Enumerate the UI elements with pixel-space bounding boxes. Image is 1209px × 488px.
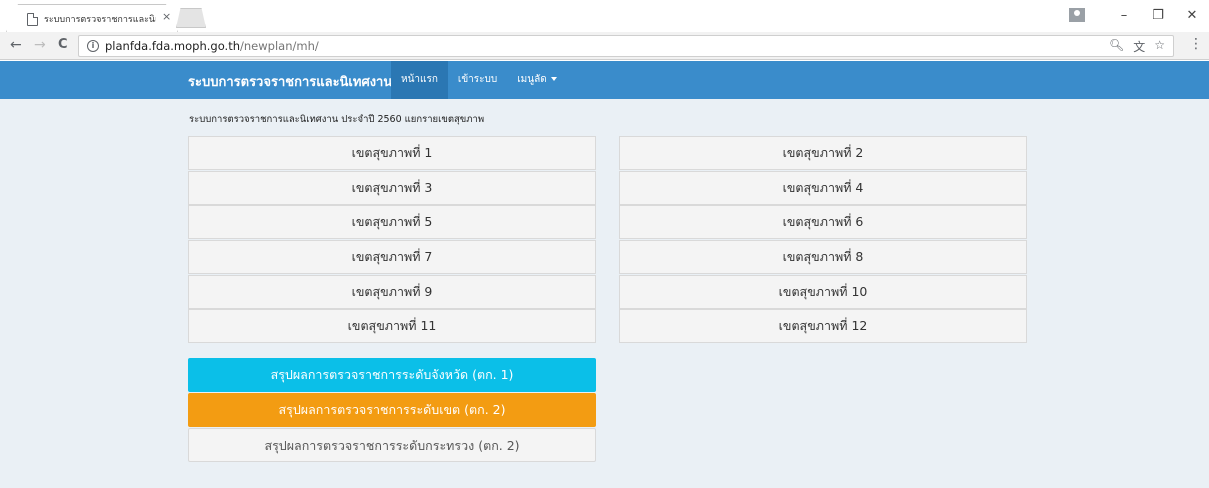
browser-toolbar: ← → C i planfda.fda.moph.go.th/newplan/m… xyxy=(0,32,1209,60)
ministry-summary-button[interactable]: สรุปผลการตรวจราชการระดับกระทรวง (ตก. 2) xyxy=(188,428,596,462)
region-button-4[interactable]: เขตสุขภาพที่ 4 xyxy=(619,171,1027,205)
url-host: planfda.fda.moph.go.th xyxy=(105,39,241,53)
nav-item-shortcut-menu[interactable]: เมนูลัด xyxy=(507,61,566,99)
province-summary-button[interactable]: สรุปผลการตรวจราชการระดับจังหวัด (ตก. 1) xyxy=(188,358,596,392)
region-button-11[interactable]: เขตสุขภาพที่ 11 xyxy=(188,309,596,343)
site-navbar: ระบบการตรวจราชการและนิเทศงาน หน้าแรก เข้… xyxy=(0,61,1209,99)
nav-item-login[interactable]: เข้าระบบ xyxy=(448,61,507,99)
page-icon xyxy=(27,12,38,26)
zoom-icon[interactable]: 🔍︎ xyxy=(1109,38,1124,55)
site-brand[interactable]: ระบบการตรวจราชการและนิเทศงาน xyxy=(188,71,392,92)
region-button-2[interactable]: เขตสุขภาพที่ 2 xyxy=(619,136,1027,170)
page-heading: ระบบการตรวจราชการและนิเทศงาน ประจำปี 256… xyxy=(189,114,485,125)
region-button-5[interactable]: เขตสุขภาพที่ 5 xyxy=(188,205,596,239)
nav-item-shortcut-label: เมนูลัด xyxy=(517,74,547,85)
url-path: /newplan/mh/ xyxy=(240,39,319,53)
main-content: ระบบการตรวจราชการและนิเทศงาน ประจำปี 256… xyxy=(0,99,1209,488)
translate-icon[interactable]: 文 xyxy=(1133,38,1145,55)
close-button[interactable]: ✕ xyxy=(1175,8,1209,23)
region-button-6[interactable]: เขตสุขภาพที่ 6 xyxy=(619,205,1027,239)
window-controls: – ❐ ✕ xyxy=(1069,0,1209,30)
region-button-7[interactable]: เขตสุขภาพที่ 7 xyxy=(188,240,596,274)
address-bar[interactable]: i planfda.fda.moph.go.th/newplan/mh/ 🔍︎ … xyxy=(78,35,1174,57)
chrome-menu-icon[interactable]: ⋮ xyxy=(1189,37,1203,51)
back-arrow-icon[interactable]: ← xyxy=(10,37,22,53)
tab-title: ระบบการตรวจราชการและนิเ xyxy=(44,15,156,25)
region-button-3[interactable]: เขตสุขภาพที่ 3 xyxy=(188,171,596,205)
profile-icon[interactable] xyxy=(1069,8,1085,22)
region-button-8[interactable]: เขตสุขภาพที่ 8 xyxy=(619,240,1027,274)
region-button-9[interactable]: เขตสุขภาพที่ 9 xyxy=(188,275,596,309)
url-text: planfda.fda.moph.go.th/newplan/mh/ xyxy=(105,39,319,53)
region-button-1[interactable]: เขตสุขภาพที่ 1 xyxy=(188,136,596,170)
region-button-10[interactable]: เขตสุขภาพที่ 10 xyxy=(619,275,1027,309)
browser-tab-strip: ระบบการตรวจราชการและนิเ × – ❐ ✕ xyxy=(0,0,1209,32)
nav-menu: หน้าแรก เข้าระบบ เมนูลัด xyxy=(391,61,567,99)
region-summary-button[interactable]: สรุปผลการตรวจราชการระดับเขต (ตก. 2) xyxy=(188,393,596,427)
new-tab-button[interactable] xyxy=(176,8,206,28)
browser-tab[interactable]: ระบบการตรวจราชการและนิเ × xyxy=(6,4,178,32)
info-icon[interactable]: i xyxy=(87,40,99,52)
forward-arrow-icon[interactable]: → xyxy=(34,37,46,53)
reload-icon[interactable]: C xyxy=(58,37,68,53)
minimize-button[interactable]: – xyxy=(1107,8,1141,23)
region-button-12[interactable]: เขตสุขภาพที่ 12 xyxy=(619,309,1027,343)
caret-down-icon xyxy=(550,77,557,81)
restore-button[interactable]: ❐ xyxy=(1141,8,1175,23)
tab-close-icon[interactable]: × xyxy=(162,11,171,22)
star-icon[interactable]: ☆ xyxy=(1154,38,1165,55)
nav-item-home[interactable]: หน้าแรก xyxy=(391,61,448,99)
